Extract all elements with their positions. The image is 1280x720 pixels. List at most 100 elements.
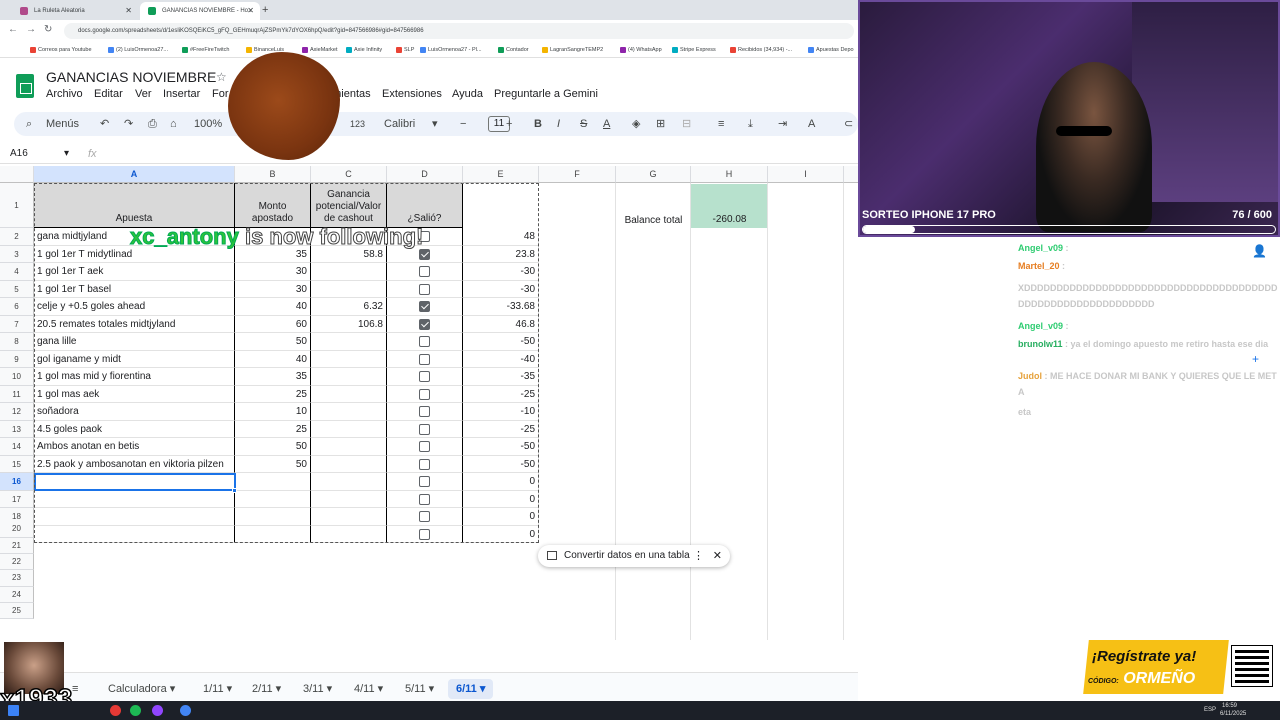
checkbox[interactable] (419, 528, 430, 540)
bookmark-item[interactable]: Correos para Youtube (30, 42, 92, 58)
cell-ganancia[interactable] (311, 333, 387, 351)
back-icon[interactable]: ← (8, 24, 18, 35)
name-box[interactable]: A16 (10, 148, 28, 159)
checkbox[interactable] (419, 458, 430, 470)
cell-ganancia[interactable] (311, 280, 387, 298)
cell-resultado[interactable]: -30 (463, 263, 539, 281)
print-icon[interactable]: ⎙ (148, 112, 157, 136)
cell-resultado[interactable]: 48 (463, 228, 539, 246)
checkbox[interactable] (419, 318, 430, 330)
cell-resultado[interactable]: -50 (463, 438, 539, 456)
row-header-21[interactable]: 21 (0, 537, 34, 554)
menu-insertar[interactable]: Insertar (163, 88, 200, 100)
borders-icon[interactable]: ⊞ (656, 112, 665, 136)
fill-handle[interactable] (232, 488, 237, 493)
cell-ganancia[interactable] (311, 438, 387, 456)
row-header-20[interactable]: 20 (0, 521, 34, 538)
cell-resultado[interactable]: -30 (463, 280, 539, 298)
cell-apuesta[interactable]: 1 gol mas aek (34, 385, 235, 403)
forward-icon[interactable]: → (26, 24, 36, 35)
cell-monto[interactable]: 40 (235, 350, 311, 368)
bookmark-item[interactable]: Axie Infinity (346, 42, 382, 58)
sheet-tab-5-11[interactable]: 5/11 ▾ (397, 679, 442, 699)
browser-tab-ganancias[interactable]: GANANCIAS NOVIEMBRE - Ho... ✕ (140, 2, 260, 20)
cell-monto[interactable]: 25 (235, 385, 311, 403)
checkbox[interactable] (419, 476, 430, 487)
row-header-9[interactable]: 9 (0, 350, 34, 368)
column-header-g[interactable]: G (616, 166, 691, 183)
cell-apuesta[interactable]: 2.5 paok y ambosanotan en viktoria pilze… (34, 455, 235, 473)
cell-ganancia[interactable] (311, 350, 387, 368)
cell-resultado[interactable]: 0 (463, 473, 539, 491)
bookmark-item[interactable]: Contador (498, 42, 529, 58)
column-header-b[interactable]: B (235, 166, 311, 183)
row-header-1[interactable]: 1 (0, 183, 34, 228)
row-header-3[interactable]: 3 (0, 245, 34, 263)
cell-monto[interactable]: 50 (235, 438, 311, 456)
checkbox[interactable] (419, 423, 430, 435)
cell-resultado[interactable]: -25 (463, 420, 539, 438)
cell-resultado[interactable]: -35 (463, 368, 539, 386)
bookmark-item[interactable]: Recibidos (34,934) -... (730, 42, 792, 58)
windows-start-icon[interactable] (8, 705, 19, 716)
cell-apuesta[interactable]: 4.5 goles paok (34, 420, 235, 438)
bookmark-item[interactable]: SLP (396, 42, 414, 58)
url-input[interactable]: docs.google.com/spreadsheets/d/1esliKOSQ… (64, 23, 854, 39)
cell-ganancia[interactable] (311, 263, 387, 281)
row-header-23[interactable]: 23 (0, 570, 34, 587)
paint-format-icon[interactable]: ⌂ (170, 112, 177, 136)
column-header-a[interactable]: A (34, 166, 235, 183)
cell-monto[interactable]: 10 (235, 403, 311, 421)
close-tab-icon[interactable]: ✕ (247, 2, 254, 20)
menu-formato[interactable]: For (212, 88, 229, 100)
checkbox[interactable] (419, 301, 430, 312)
sheet-tab-2-11[interactable]: 2/11 ▾ (244, 679, 289, 699)
chrome-icon[interactable] (180, 705, 191, 716)
bookmark-item[interactable]: (2) LuisOrmenoa27... (108, 42, 168, 58)
checkbox[interactable] (419, 388, 430, 400)
cell-ganancia[interactable] (311, 368, 387, 386)
wrap-icon[interactable]: ⇥ (778, 112, 787, 136)
row-header-11[interactable]: 11 (0, 385, 34, 403)
cell-monto[interactable]: 25 (235, 420, 311, 438)
row-header-4[interactable]: 4 (0, 263, 34, 281)
clock-date[interactable]: 6/11/2025 (1220, 711, 1246, 718)
checkbox[interactable] (419, 493, 430, 505)
cell-ganancia[interactable] (311, 455, 387, 473)
column-header-i[interactable]: I (768, 166, 844, 183)
cell-resultado[interactable]: -40 (463, 350, 539, 368)
bookmark-item[interactable]: Stripe Express (672, 42, 716, 58)
row-header-25[interactable]: 25 (0, 602, 34, 620)
more-vert-icon[interactable]: ⋮ (693, 545, 704, 567)
cell-ganancia[interactable] (311, 473, 387, 491)
cell-apuesta[interactable]: 1 gol 1er T basel (34, 280, 235, 298)
cell-resultado[interactable]: -25 (463, 385, 539, 403)
row-header-15[interactable]: 15 (0, 455, 34, 473)
cell-resultado[interactable]: -50 (463, 455, 539, 473)
menu-gemini[interactable]: Preguntarle a Gemini (494, 88, 598, 100)
cell-ganancia[interactable] (311, 525, 387, 543)
cell-monto[interactable]: 50 (235, 455, 311, 473)
cell-apuesta[interactable]: gol iganame y midt (34, 350, 235, 368)
document-title[interactable]: GANANCIAS NOVIEMBRE (46, 69, 216, 85)
cell-resultado[interactable]: -10 (463, 403, 539, 421)
cell-ganancia[interactable] (311, 508, 387, 526)
spotify-icon[interactable] (130, 705, 141, 716)
italic-icon[interactable]: I (557, 112, 560, 136)
checkbox[interactable] (419, 406, 430, 417)
cell-monto[interactable]: 30 (235, 263, 311, 281)
font-select[interactable]: Calibri (384, 112, 415, 136)
column-header-e[interactable]: E (463, 166, 539, 183)
zoom-select[interactable]: 100% (194, 112, 222, 136)
row-header-12[interactable]: 12 (0, 403, 34, 421)
checkbox[interactable] (419, 441, 430, 452)
bookmark-item[interactable]: LuisOrmenoa27 - Pl... (420, 42, 482, 58)
sheet-tab-3-11[interactable]: 3/11 ▾ (295, 679, 340, 699)
cell-apuesta[interactable]: 1 gol mas mid y fiorentina (34, 368, 235, 386)
undo-icon[interactable]: ↶ (100, 112, 109, 136)
sheet-tab-calculadora[interactable]: Calculadora ▾ (100, 679, 183, 699)
decrease-font-icon[interactable]: − (460, 112, 466, 136)
checkbox[interactable] (419, 266, 430, 277)
convert-to-table-chip[interactable]: Convertir datos en una tabla ⋮ ✕ (538, 545, 730, 567)
cell-resultado[interactable]: -33.68 (463, 298, 539, 316)
